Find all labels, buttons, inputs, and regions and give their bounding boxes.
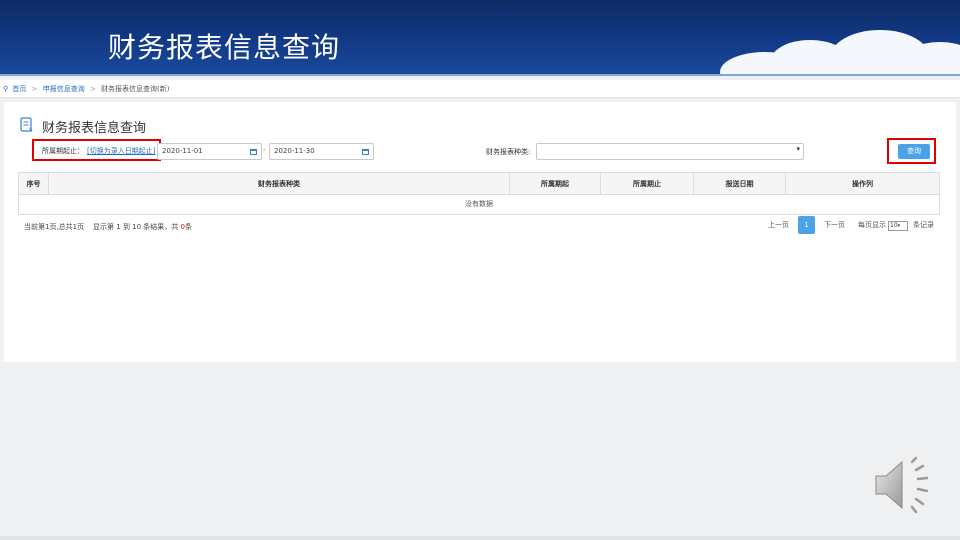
location-pin-icon: ⚲ [3, 85, 9, 93]
breadcrumb-separator: > [89, 85, 96, 93]
highlight-box-query [887, 138, 936, 164]
start-date-input[interactable]: 2020-11-01 [157, 143, 262, 160]
breadcrumb: ⚲ 首页 > 申报信息查询 > 财务报表信息查询(新) [0, 80, 960, 98]
empty-table-message: 没有数据 [465, 200, 493, 208]
next-page-button[interactable]: 下一页 [824, 216, 845, 234]
column-header-index[interactable]: 序号 [19, 173, 49, 194]
calendar-icon[interactable] [362, 148, 369, 155]
page-summary: 当前第1页,总共1页 [24, 223, 85, 231]
column-header-period-start[interactable]: 所属期起 [510, 173, 601, 194]
per-page-value: 10 [890, 222, 898, 229]
end-date-value: 2020-11-30 [274, 147, 315, 155]
document-icon [20, 117, 33, 132]
breadcrumb-home[interactable]: 首页 [12, 85, 26, 93]
date-range-dash: - [263, 146, 266, 154]
breadcrumb-separator: > [31, 85, 38, 93]
report-type-label: 财务报表种类: [486, 148, 531, 156]
per-page-select[interactable]: 10▾ [888, 221, 908, 231]
column-header-report-type[interactable]: 财务报表种类 [49, 173, 510, 194]
banner-title: 财务报表信息查询 [108, 31, 341, 64]
prev-page-button[interactable]: 上一页 [768, 216, 789, 234]
breadcrumb-current: 财务报表信息查询(新) [101, 85, 170, 93]
per-page-label: 每页显示 [858, 221, 886, 229]
header-banner: 财务报表信息查询 [0, 0, 960, 76]
page-number-button[interactable]: 1 [798, 216, 815, 234]
chevron-down-icon: ▾ [897, 223, 901, 229]
caret-down-icon: ▾ [796, 145, 800, 153]
breadcrumb-declaration-query[interactable]: 申报信息查询 [43, 85, 85, 93]
results-table: 序号 财务报表种类 所属期起 所属期止 报送日期 操作列 没有数据 [18, 172, 940, 215]
column-header-period-end[interactable]: 所属期止 [601, 173, 694, 194]
query-panel: 财务报表信息查询 所属期起止： [切换为录入日期起止] 2020-11-01 -… [4, 102, 956, 362]
column-header-submit-date[interactable]: 报送日期 [694, 173, 786, 194]
calendar-icon[interactable] [250, 148, 257, 155]
highlight-box-period [32, 139, 161, 161]
display-range: 显示第 1 到 10 条结果，共 [93, 223, 179, 231]
count-unit: 条 [185, 223, 193, 231]
page-title: 财务报表信息查询 [42, 121, 147, 136]
speaker-icon[interactable] [872, 454, 934, 516]
banner-divider [0, 74, 960, 76]
bottom-divider [0, 536, 960, 540]
column-header-actions: 操作列 [852, 180, 873, 188]
start-date-value: 2020-11-01 [162, 147, 203, 155]
table-header: 序号 财务报表种类 所属期起 所属期止 报送日期 操作列 [19, 173, 939, 195]
pagination-summary: 当前第1页,总共1页 显示第 1 到 10 条结果，共 0条 [24, 222, 192, 232]
end-date-input[interactable]: 2020-11-30 [269, 143, 374, 160]
per-page-suffix: 条记录 [913, 221, 934, 229]
report-type-select[interactable]: ▾ [536, 143, 804, 160]
